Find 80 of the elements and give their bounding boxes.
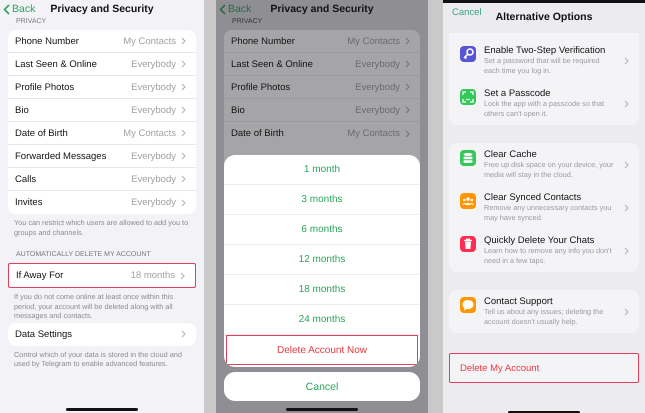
- home-indicator: [286, 408, 358, 411]
- row-value: Everybody: [131, 150, 176, 162]
- settings-row[interactable]: Calls Everybody: [8, 168, 196, 191]
- row-value: My Contacts: [123, 36, 176, 46]
- row-label: Phone Number: [15, 36, 79, 46]
- row-value: Everybody: [131, 197, 176, 208]
- back-chevron-icon: [3, 4, 10, 14]
- chevron-icon: [405, 130, 410, 138]
- chevron-icon: [405, 37, 410, 45]
- option-title[interactable]: Contact Support: [484, 296, 616, 307]
- chevron-icon: [624, 204, 629, 212]
- chevron-icon: [181, 60, 186, 68]
- row-label: Calls: [15, 174, 36, 184]
- chevron-icon: [181, 37, 186, 45]
- settings-row[interactable]: Date of Birth My Contacts: [8, 122, 196, 145]
- chevron-icon: [181, 198, 186, 206]
- settings-row[interactable]: Phone Number My Contacts: [224, 30, 420, 53]
- option-title[interactable]: Set a Passcode: [484, 88, 616, 99]
- row-value: Everybody: [355, 104, 400, 116]
- option-title[interactable]: Enable Two-Step Verification: [484, 45, 616, 56]
- row-label: Bio: [15, 104, 29, 116]
- chevron-icon: [624, 246, 629, 254]
- settings-row[interactable]: If Away For 18 months: [8, 263, 196, 288]
- row-value: Everybody: [131, 58, 176, 70]
- row-label: Last Seen & Online: [231, 58, 313, 70]
- row-label: Date of Birth: [231, 128, 284, 139]
- settings-row[interactable]: Date of Birth My Contacts: [224, 122, 420, 145]
- row-label: Phone Number: [231, 36, 295, 46]
- settings-row[interactable]: Profile Photos Everybody: [224, 76, 420, 99]
- option-title[interactable]: Clear Cache: [484, 149, 616, 160]
- row-label: Profile Photos: [231, 82, 290, 92]
- row-label: Data Settings: [15, 328, 72, 340]
- settings-row[interactable]: Last Seen & Online Everybody: [8, 53, 196, 76]
- settings-row[interactable]: Phone Number My Contacts: [8, 30, 196, 53]
- screen-title: Privacy and Security: [270, 3, 374, 15]
- back-chevron-icon: [219, 4, 226, 14]
- settings-row[interactable]: Profile Photos Everybody: [8, 76, 196, 99]
- home-indicator: [66, 408, 138, 411]
- row-label: Invites: [15, 197, 42, 208]
- chevron-icon: [181, 106, 186, 114]
- row-value: 18 months: [130, 270, 175, 281]
- chevron-icon: [624, 308, 629, 316]
- chevron-icon: [405, 83, 410, 91]
- chevron-icon: [624, 100, 629, 108]
- option-title[interactable]: Clear Synced Contacts: [484, 192, 616, 203]
- settings-row[interactable]: Data Settings: [8, 322, 196, 346]
- chevron-icon: [405, 60, 410, 68]
- row-value: My Contacts: [123, 128, 176, 138]
- chevron-icon: [405, 106, 410, 114]
- row-value: My Contacts: [347, 36, 400, 46]
- row-value: Everybody: [355, 58, 400, 70]
- row-label: Bio: [231, 104, 245, 116]
- row-value: Everybody: [131, 174, 176, 184]
- chevron-icon: [181, 175, 186, 183]
- sheet-option[interactable]: Delete Account Now: [226, 335, 418, 365]
- chevron-icon: [624, 56, 629, 64]
- option-title[interactable]: Quickly Delete Your Chats: [484, 235, 616, 246]
- settings-row[interactable]: Bio Everybody: [224, 99, 420, 122]
- row-label: If Away For: [16, 270, 64, 281]
- chevron-icon: [181, 152, 186, 160]
- row-value: My Contacts: [347, 128, 400, 139]
- chevron-icon: [180, 272, 185, 280]
- row-label: Last Seen & Online: [15, 58, 97, 70]
- settings-row[interactable]: Last Seen & Online Everybody: [224, 53, 420, 76]
- screen-title: Alternative Options: [496, 10, 592, 22]
- row-label: Date of Birth: [15, 128, 68, 138]
- row-value: Everybody: [131, 82, 176, 92]
- chevron-icon: [181, 83, 186, 91]
- screen-title: Privacy and Security: [50, 3, 154, 15]
- row-value: Everybody: [131, 104, 176, 116]
- row-value: Everybody: [355, 82, 400, 92]
- chevron-icon: [624, 160, 629, 168]
- chevron-icon: [181, 330, 186, 338]
- settings-row[interactable]: Bio Everybody: [8, 99, 196, 122]
- row-label: Profile Photos: [15, 82, 74, 92]
- row-label: Forwarded Messages: [15, 150, 106, 162]
- delete-account-button[interactable]: Delete My Account: [449, 353, 639, 383]
- settings-row[interactable]: Invites Everybody: [8, 191, 196, 214]
- chevron-icon: [181, 129, 186, 137]
- settings-row[interactable]: Forwarded Messages Everybody: [8, 145, 196, 168]
